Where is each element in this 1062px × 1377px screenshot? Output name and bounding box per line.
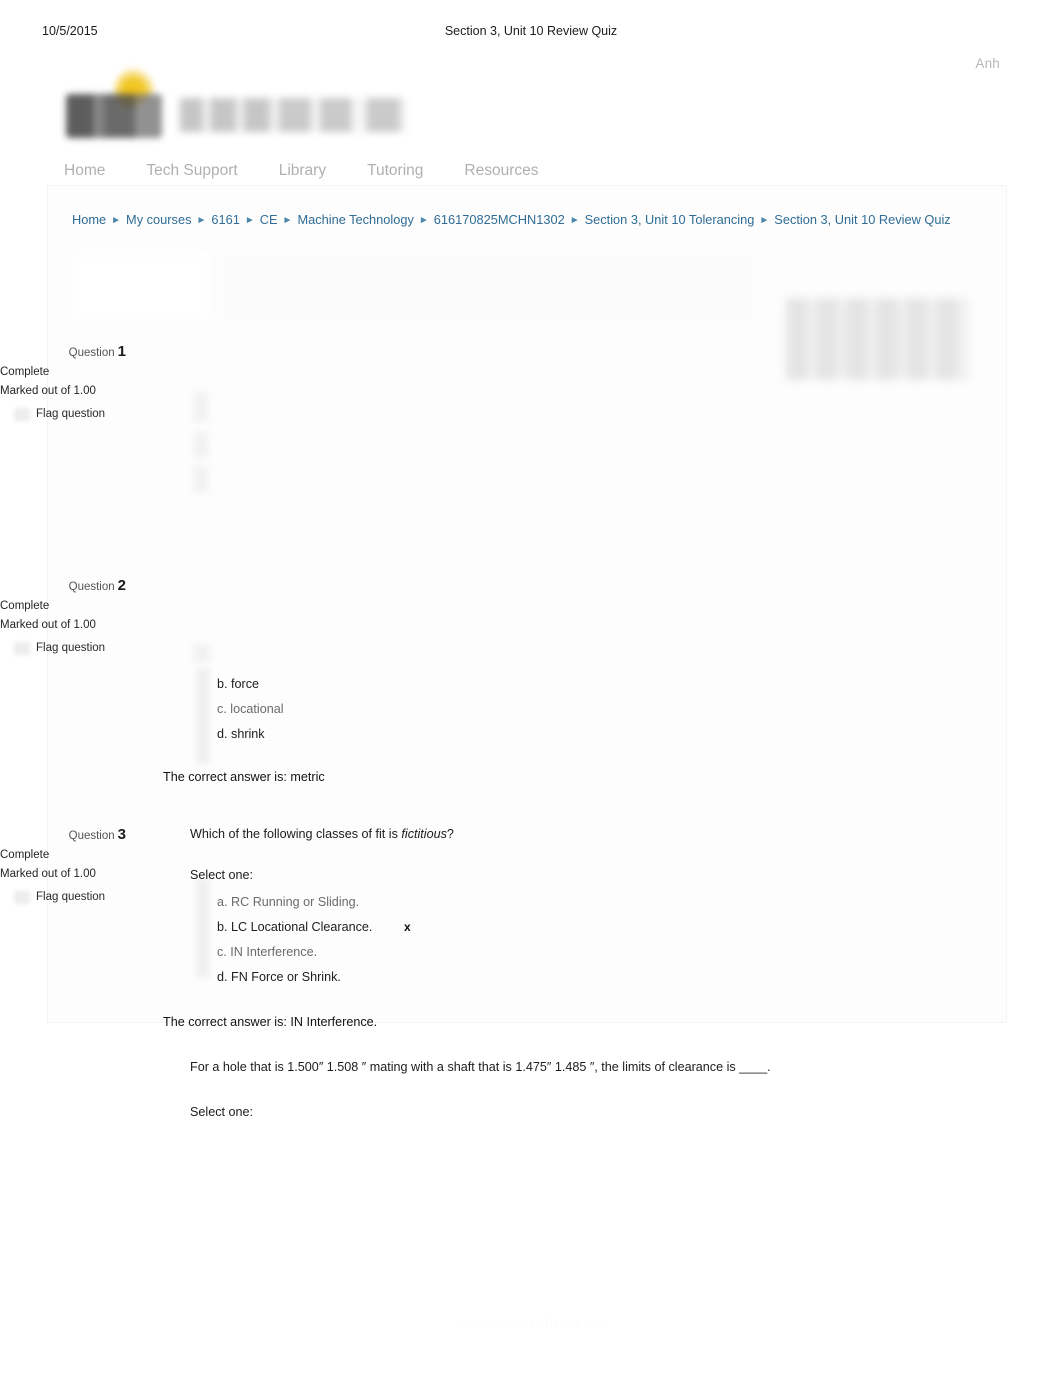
question-label: Question (68, 830, 115, 842)
option-letter: d. (217, 727, 228, 741)
question-number: 3 (117, 826, 126, 843)
breadcrumb: Home ► My courses ► 6161 ► CE ► Machine Technolo… (72, 210, 972, 231)
question-2-correct-answer: The correct answer is: metric (163, 770, 325, 784)
breadcrumb-separator-icon: ► (244, 215, 255, 226)
flag-icon (14, 408, 30, 421)
question-2-option-d[interactable]: d. shrink (217, 722, 790, 747)
breadcrumb-separator-icon: ► (759, 215, 770, 226)
nav-item-library[interactable]: Library (279, 161, 355, 181)
next-question-select-one-label: Select one: (190, 1105, 254, 1119)
breadcrumb-item-course-code[interactable]: 616170825MCHN1302 (434, 212, 565, 227)
question-3-option-c[interactable]: c. IN Interference. (217, 940, 790, 965)
logo-wordmark (176, 98, 432, 132)
breadcrumb-item-ce[interactable]: CE (260, 212, 278, 227)
print-header: 10/5/2015 Section 3, Unit 10 Review Quiz (0, 24, 1062, 42)
option-text: IN Interference. (230, 945, 318, 959)
nav-item-tech-support[interactable]: Tech Support (146, 161, 266, 181)
question-2-state: Complete (0, 600, 50, 612)
option-text: force (231, 677, 260, 691)
logo-mark-icon (66, 94, 162, 138)
flag-icon (14, 891, 30, 904)
nav-item-tutoring[interactable]: Tutoring (367, 161, 452, 181)
question-1-info: Question 1 Complete Marked out of 1.00 Fl… (0, 342, 126, 424)
option-letter: b. (217, 677, 228, 691)
question-2-info: Question 2 Complete Marked out of 1.00 Fl… (0, 576, 126, 658)
question-number: 2 (117, 577, 126, 594)
redacted-q1-radio-a[interactable] (194, 392, 208, 422)
breadcrumb-separator-icon: ► (282, 215, 293, 226)
option-letter: a. (217, 895, 228, 909)
question-2-title: Question 2 (0, 576, 126, 597)
top-navigation: Home Tech Support Library Tutoring Resou… (64, 158, 579, 184)
print-footer-url: Section 3, Unit 10 Review Quiz (455, 1318, 607, 1330)
option-letter: c. (217, 945, 227, 959)
redacted-quiz-header (220, 250, 756, 322)
redacted-q1-radio-c[interactable] (194, 466, 208, 492)
flag-icon (14, 642, 30, 655)
question-2-flag-label: Flag question (36, 642, 106, 654)
breadcrumb-item-home[interactable]: Home (72, 212, 106, 227)
question-3-flag-label: Flag question (36, 891, 106, 903)
question-3-text: Which of the following classes of fit is… (190, 824, 790, 845)
question-1-flag-button[interactable]: Flag question (0, 405, 126, 424)
question-3-option-a[interactable]: a. RC Running or Sliding. (217, 890, 790, 915)
question-3-flag-button[interactable]: Flag question (0, 888, 126, 907)
question-2-marks: Marked out of 1.00 (0, 619, 96, 631)
nav-item-resources[interactable]: Resources (464, 161, 567, 181)
question-label: Question (68, 581, 115, 593)
question-3-option-b[interactable]: b. LC Locational Clearance. x (217, 915, 790, 940)
question-2-body: b. force c. locational d. shrink The cor… (163, 672, 790, 788)
breadcrumb-item-machine-technology[interactable]: Machine Technology (297, 212, 413, 227)
question-3-text-prefix: Which of the following classes of fit is (190, 827, 402, 841)
question-3-title: Question 3 (0, 825, 126, 846)
print-page-title: Section 3, Unit 10 Review Quiz (444, 24, 618, 38)
breadcrumb-separator-icon: ► (569, 215, 580, 226)
question-3-text-emphasis: fictitious (401, 827, 447, 841)
question-3-text-suffix: ? (446, 827, 454, 841)
breadcrumb-item-review-quiz[interactable]: Section 3, Unit 10 Review Quiz (774, 212, 950, 227)
option-text: shrink (231, 727, 265, 741)
option-text: FN Force or Shrink. (231, 970, 341, 984)
next-question-fragment: For a hole that is 1.500″ 1.508 ″ mating… (190, 1057, 780, 1127)
option-letter: d. (217, 970, 228, 984)
redacted-left-card (72, 252, 212, 318)
breadcrumb-separator-icon: ► (418, 215, 429, 226)
question-2-options: b. force c. locational d. shrink (190, 672, 790, 747)
breadcrumb-item-6161[interactable]: 6161 (211, 212, 239, 227)
question-3-info: Question 3 Complete Marked out of 1.00 Fl… (0, 825, 126, 907)
question-2-option-b[interactable]: b. force (217, 672, 790, 697)
question-3-options: a. RC Running or Sliding. b. LC Location… (190, 890, 790, 990)
question-3-option-d[interactable]: d. FN Force or Shrink. (217, 965, 790, 990)
breadcrumb-separator-icon: ► (196, 215, 207, 226)
question-number: 1 (117, 343, 126, 360)
question-3-body: Which of the following classes of fit is… (163, 824, 790, 1033)
question-label: Question (68, 347, 115, 359)
question-1-state: Complete (0, 366, 50, 378)
question-3-select-one-label: Select one: (190, 868, 254, 882)
question-1-marks: Marked out of 1.00 (0, 385, 96, 397)
redacted-q1-radio-b[interactable] (194, 432, 208, 458)
nav-item-home[interactable]: Home (64, 161, 134, 181)
option-text: RC Running or Sliding. (231, 895, 360, 909)
question-2-option-c[interactable]: c. locational (217, 697, 790, 722)
question-3-correct-answer: The correct answer is: IN Interference. (163, 1015, 378, 1029)
next-question-text: For a hole that is 1.500″ 1.508 ″ mating… (190, 1060, 771, 1074)
option-letter: b. (217, 920, 228, 934)
breadcrumb-item-my-courses[interactable]: My courses (126, 212, 191, 227)
option-letter: c. (217, 702, 227, 716)
site-logo[interactable] (64, 62, 444, 152)
question-3-state: Complete (0, 849, 50, 861)
user-name[interactable]: Anh (975, 56, 1000, 71)
redacted-q2-radio-a[interactable] (194, 644, 210, 662)
question-1-title: Question 1 (0, 342, 126, 363)
option-text: locational (230, 702, 284, 716)
option-text: LC Locational Clearance. (231, 920, 373, 934)
quiz-navigation-grid[interactable] (786, 298, 968, 380)
incorrect-answer-marker: x (403, 920, 411, 934)
question-1-flag-label: Flag question (36, 408, 106, 420)
question-2-flag-button[interactable]: Flag question (0, 639, 126, 658)
question-3-marks: Marked out of 1.00 (0, 868, 96, 880)
breadcrumb-item-tolerancing[interactable]: Section 3, Unit 10 Tolerancing (585, 212, 755, 227)
breadcrumb-separator-icon: ► (111, 215, 122, 226)
